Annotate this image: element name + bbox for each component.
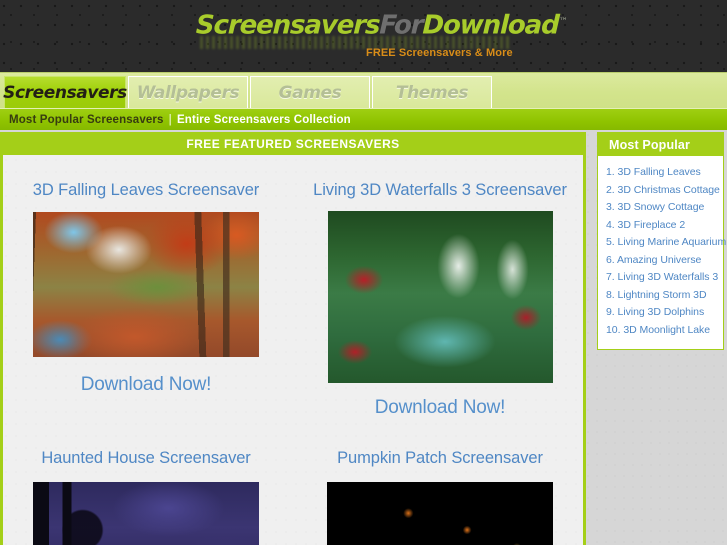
list-item: 4. 3D Fireplace 2 (606, 218, 723, 232)
tab-wallpapers[interactable]: Wallpapers (128, 76, 248, 109)
sidebar-item-9[interactable]: 10. 3D Moonlight Lake (606, 323, 723, 337)
download-link-1[interactable]: Download Now! (294, 397, 583, 419)
list-item: 10. 3D Moonlight Lake (606, 323, 723, 337)
screensaver-card-3: Pumpkin Patch Screensaver (294, 449, 583, 545)
site-tagline: FREE Screensavers & More (366, 47, 513, 59)
sidebar-item-7[interactable]: 8. Lightning Storm 3D (606, 288, 723, 302)
subnav-separator: | (168, 113, 172, 126)
featured-panel: FREE FEATURED SCREENSAVERS 3D Falling Le… (0, 132, 586, 545)
screensaver-thumbnail-2[interactable] (33, 482, 259, 545)
screensaver-card-2: Haunted House Screensaver (3, 449, 292, 545)
screensaver-thumbnail-3[interactable] (327, 482, 553, 545)
sidebar: Most Popular 1. 3D Falling Leaves 2. 3D … (597, 132, 727, 350)
subnav-most-popular-screensavers[interactable]: Most Popular Screensavers (9, 114, 164, 126)
sidebar-item-2[interactable]: 3. 3D Snowy Cottage (606, 200, 723, 214)
site-header: ScreensaversForDownload™ FREE Screensave… (0, 0, 727, 72)
sidebar-item-1[interactable]: 2. 3D Christmas Cottage (606, 183, 723, 197)
sub-navigation: Most Popular Screensavers | Entire Scree… (0, 108, 727, 130)
sidebar-item-0[interactable]: 1. 3D Falling Leaves (606, 165, 723, 179)
subnav-entire-screensavers-collection[interactable]: Entire Screensavers Collection (177, 114, 351, 126)
tab-screensavers[interactable]: Screensavers (3, 76, 127, 109)
sidebar-item-5[interactable]: 6. Amazing Universe (606, 253, 723, 267)
screensaver-title-2[interactable]: Haunted House Screensaver (3, 449, 292, 468)
screensaver-card-0: 3D Falling Leaves Screensaver Download N… (3, 181, 292, 396)
screensaver-card-1: Living 3D Waterfalls 3 Screensaver Downl… (294, 181, 583, 419)
screensaver-title-0[interactable]: 3D Falling Leaves Screensaver (3, 181, 292, 200)
screensaver-title-3[interactable]: Pumpkin Patch Screensaver (294, 449, 583, 468)
list-item: 5. Living Marine Aquarium 2 (606, 235, 727, 249)
download-link-0[interactable]: Download Now! (3, 374, 292, 396)
list-item: 1. 3D Falling Leaves (606, 165, 723, 179)
list-item: 8. Lightning Storm 3D (606, 288, 723, 302)
most-popular-list: 1. 3D Falling Leaves 2. 3D Christmas Cot… (598, 156, 727, 349)
screensaver-title-1[interactable]: Living 3D Waterfalls 3 Screensaver (294, 181, 583, 200)
sidebar-item-4[interactable]: 5. Living Marine Aquarium 2 (606, 235, 727, 249)
most-popular-title: Most Popular (598, 133, 723, 156)
sidebar-item-8[interactable]: 9. Living 3D Dolphins (606, 305, 723, 319)
list-item: 2. 3D Christmas Cottage (606, 183, 723, 197)
most-popular-box: Most Popular 1. 3D Falling Leaves 2. 3D … (597, 132, 727, 350)
sidebar-item-3[interactable]: 4. 3D Fireplace 2 (606, 218, 723, 232)
tab-games[interactable]: Games (250, 76, 370, 109)
screensaver-thumbnail-0[interactable] (33, 212, 259, 357)
list-item: 3. 3D Snowy Cottage (606, 200, 723, 214)
sidebar-item-6[interactable]: 7. Living 3D Waterfalls 3 (606, 270, 723, 284)
screensaver-thumbnail-1[interactable] (327, 211, 553, 383)
list-item: 7. Living 3D Waterfalls 3 (606, 270, 723, 284)
featured-banner: FREE FEATURED SCREENSAVERS (3, 132, 583, 155)
trademark-icon: ™ (558, 17, 568, 27)
list-item: 6. Amazing Universe (606, 253, 723, 267)
list-item: 9. Living 3D Dolphins (606, 305, 723, 319)
page-body: FREE FEATURED SCREENSAVERS 3D Falling Le… (0, 130, 727, 545)
tab-themes[interactable]: Themes (372, 76, 492, 109)
main-navigation: Screensavers Wallpapers Games Themes (0, 72, 727, 109)
